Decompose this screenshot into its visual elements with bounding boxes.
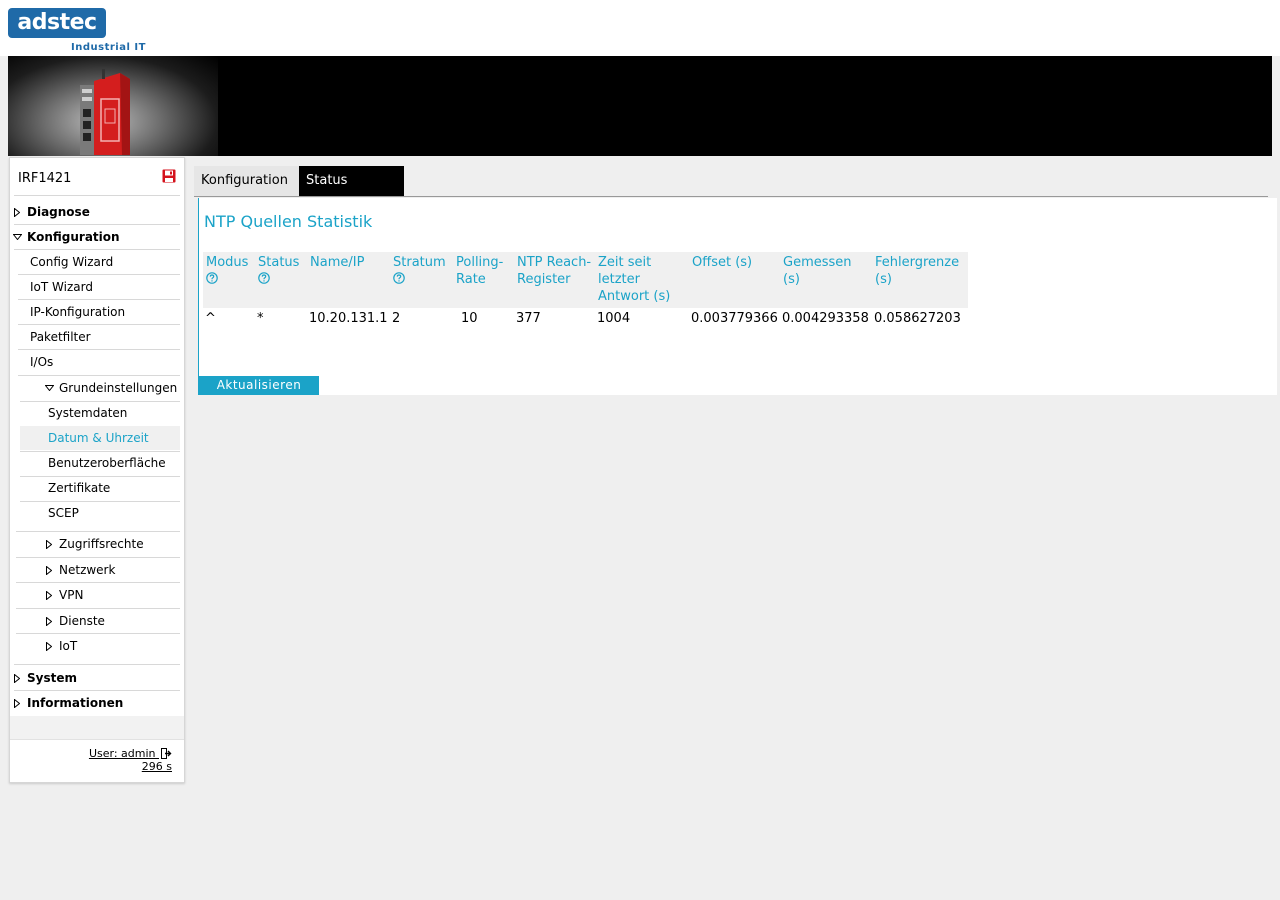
cell-name-ip: 10.20.131.1 bbox=[309, 311, 388, 326]
sidebar-item-netzwerk[interactable]: Netzwerk bbox=[44, 558, 180, 582]
sidebar-item-paketfilter[interactable]: Paketfilter bbox=[30, 325, 91, 349]
sidebar-item-config-wizard[interactable]: Config Wizard bbox=[30, 250, 113, 274]
help-icon[interactable] bbox=[393, 272, 405, 284]
sidebar-item-zertifikate[interactable]: Zertifikate bbox=[48, 476, 110, 500]
top-bar: adstec Industrial IT bbox=[0, 0, 1280, 56]
triangle-right-icon bbox=[46, 617, 52, 626]
triangle-right-icon bbox=[46, 540, 52, 549]
sidebar-item-label: System bbox=[27, 671, 77, 685]
sidebar-item-system[interactable]: System bbox=[12, 666, 180, 690]
header-banner bbox=[8, 56, 1272, 156]
ads-tec-logo: adstec Industrial IT bbox=[8, 8, 145, 53]
sidebar-item-grundeinstellungen[interactable]: Grundeinstellungen bbox=[44, 376, 180, 400]
logo-tagline: Industrial IT bbox=[71, 42, 146, 53]
sidebar-item-label: IoT bbox=[59, 639, 78, 653]
triangle-right-icon bbox=[46, 642, 52, 651]
triangle-right-icon bbox=[46, 566, 52, 575]
user-logout-link[interactable]: User: admin bbox=[89, 747, 172, 760]
col-header-status: Status bbox=[255, 252, 307, 308]
ntp-status-panel: NTP Quellen Statistik Modus Status Name/… bbox=[198, 198, 1277, 395]
sidebar-item-vpn[interactable]: VPN bbox=[44, 583, 180, 607]
col-header-polling-rate: Polling-Rate bbox=[453, 252, 514, 308]
sidebar-item-label: VPN bbox=[59, 588, 84, 602]
tab-underline bbox=[194, 196, 1268, 197]
sidebar-item-label: Dienste bbox=[59, 614, 105, 628]
col-header-name-ip: Name/IP bbox=[307, 252, 390, 308]
device-image-icon bbox=[80, 69, 130, 155]
triangle-right-icon bbox=[14, 208, 20, 217]
user-label: User: admin bbox=[88, 747, 156, 760]
triangle-right-icon bbox=[46, 591, 52, 600]
cell-status: * bbox=[257, 311, 264, 326]
sidebar-item-diagnose[interactable]: Diagnose bbox=[12, 200, 180, 224]
tab-status[interactable]: Status bbox=[299, 166, 404, 196]
sidebar-item-ip-konfiguration[interactable]: IP-Konfiguration bbox=[30, 300, 125, 324]
save-icon[interactable] bbox=[162, 169, 176, 183]
sidebar-spacer bbox=[10, 716, 184, 740]
col-header-stratum: Stratum bbox=[390, 252, 453, 308]
cell-gemessen: 0.004293358 bbox=[782, 311, 869, 326]
sidebar-item-ios[interactable]: I/Os bbox=[30, 350, 53, 374]
col-header-label: Modus bbox=[206, 255, 249, 270]
col-header-modus: Modus bbox=[203, 252, 255, 308]
sidebar-item-iot[interactable]: IoT bbox=[44, 634, 180, 658]
sidebar-item-konfiguration[interactable]: Konfiguration bbox=[12, 225, 180, 249]
help-icon[interactable] bbox=[206, 272, 218, 284]
sidebar-item-label: Zugriffsrechte bbox=[59, 537, 144, 551]
sidebar-item-dienste[interactable]: Dienste bbox=[44, 609, 180, 633]
sidebar-item-scep[interactable]: SCEP bbox=[48, 501, 79, 525]
triangle-down-icon bbox=[13, 234, 22, 240]
refresh-button[interactable]: Aktualisieren bbox=[199, 376, 319, 395]
sidebar-item-zugriffsrechte[interactable]: Zugriffsrechte bbox=[44, 532, 180, 556]
ntp-stats-table: Modus Status Name/IP Stratum Polling-Rat… bbox=[203, 252, 968, 330]
col-header-last-response: Zeit seit letzter Antwort (s) bbox=[595, 252, 689, 308]
sidebar-item-label: Konfiguration bbox=[27, 230, 120, 244]
col-header-label: Status bbox=[258, 255, 300, 270]
col-header-label: Stratum bbox=[393, 255, 446, 270]
sidebar-item-label: Grundeinstellungen bbox=[59, 381, 178, 395]
page-title: NTP Quellen Statistik bbox=[204, 212, 373, 231]
sidebar: IRF1421 Diagnose Konfiguration Config Wi… bbox=[9, 157, 185, 783]
sidebar-item-benutzeroberflaeche[interactable]: Benutzeroberfläche bbox=[48, 451, 166, 475]
triangle-right-icon bbox=[14, 699, 20, 708]
divider bbox=[14, 664, 180, 665]
tab-konfiguration[interactable]: Konfiguration bbox=[194, 166, 299, 196]
divider bbox=[14, 195, 180, 196]
cell-reach-register: 377 bbox=[516, 311, 541, 326]
sidebar-item-informationen[interactable]: Informationen bbox=[12, 691, 180, 715]
divider bbox=[20, 501, 180, 502]
cell-stratum: 2 bbox=[392, 311, 401, 326]
triangle-down-icon bbox=[45, 385, 54, 391]
cell-fehlergrenze: 0.058627203 bbox=[874, 311, 961, 326]
cell-offset: 0.003779366 bbox=[691, 311, 778, 326]
cell-modus: ^ bbox=[205, 311, 216, 326]
sidebar-item-systemdaten[interactable]: Systemdaten bbox=[48, 401, 127, 425]
col-header-offset: Offset (s) bbox=[689, 252, 780, 308]
col-header-gemessen: Gemessen (s) bbox=[780, 252, 872, 308]
sidebar-item-label: Netzwerk bbox=[59, 563, 116, 577]
session-footer: User: admin 296 s bbox=[10, 740, 184, 782]
sidebar-item-label: Informationen bbox=[27, 696, 124, 710]
help-icon[interactable] bbox=[258, 272, 270, 284]
sidebar-item-label: Diagnose bbox=[27, 205, 90, 219]
table-header-row: Modus Status Name/IP Stratum Polling-Rat… bbox=[203, 252, 968, 308]
logout-icon bbox=[161, 748, 172, 759]
table-row: ^ * 10.20.131.1 2 10 377 1004 0.00377936… bbox=[203, 308, 968, 330]
sidebar-item-datum-uhrzeit[interactable]: Datum & Uhrzeit bbox=[20, 426, 180, 450]
cell-last-response: 1004 bbox=[597, 311, 631, 326]
sidebar-item-iot-wizard[interactable]: IoT Wizard bbox=[30, 275, 93, 299]
session-timer[interactable]: 296 s bbox=[142, 760, 172, 773]
triangle-right-icon bbox=[14, 674, 20, 683]
cell-polling-rate: 10 bbox=[461, 311, 478, 326]
col-header-fehlergrenze: Fehlergrenze (s) bbox=[872, 252, 968, 308]
logo-mark: adstec bbox=[8, 8, 106, 38]
col-header-reach-register: NTP Reach-Register bbox=[514, 252, 595, 308]
device-name: IRF1421 bbox=[18, 171, 72, 186]
